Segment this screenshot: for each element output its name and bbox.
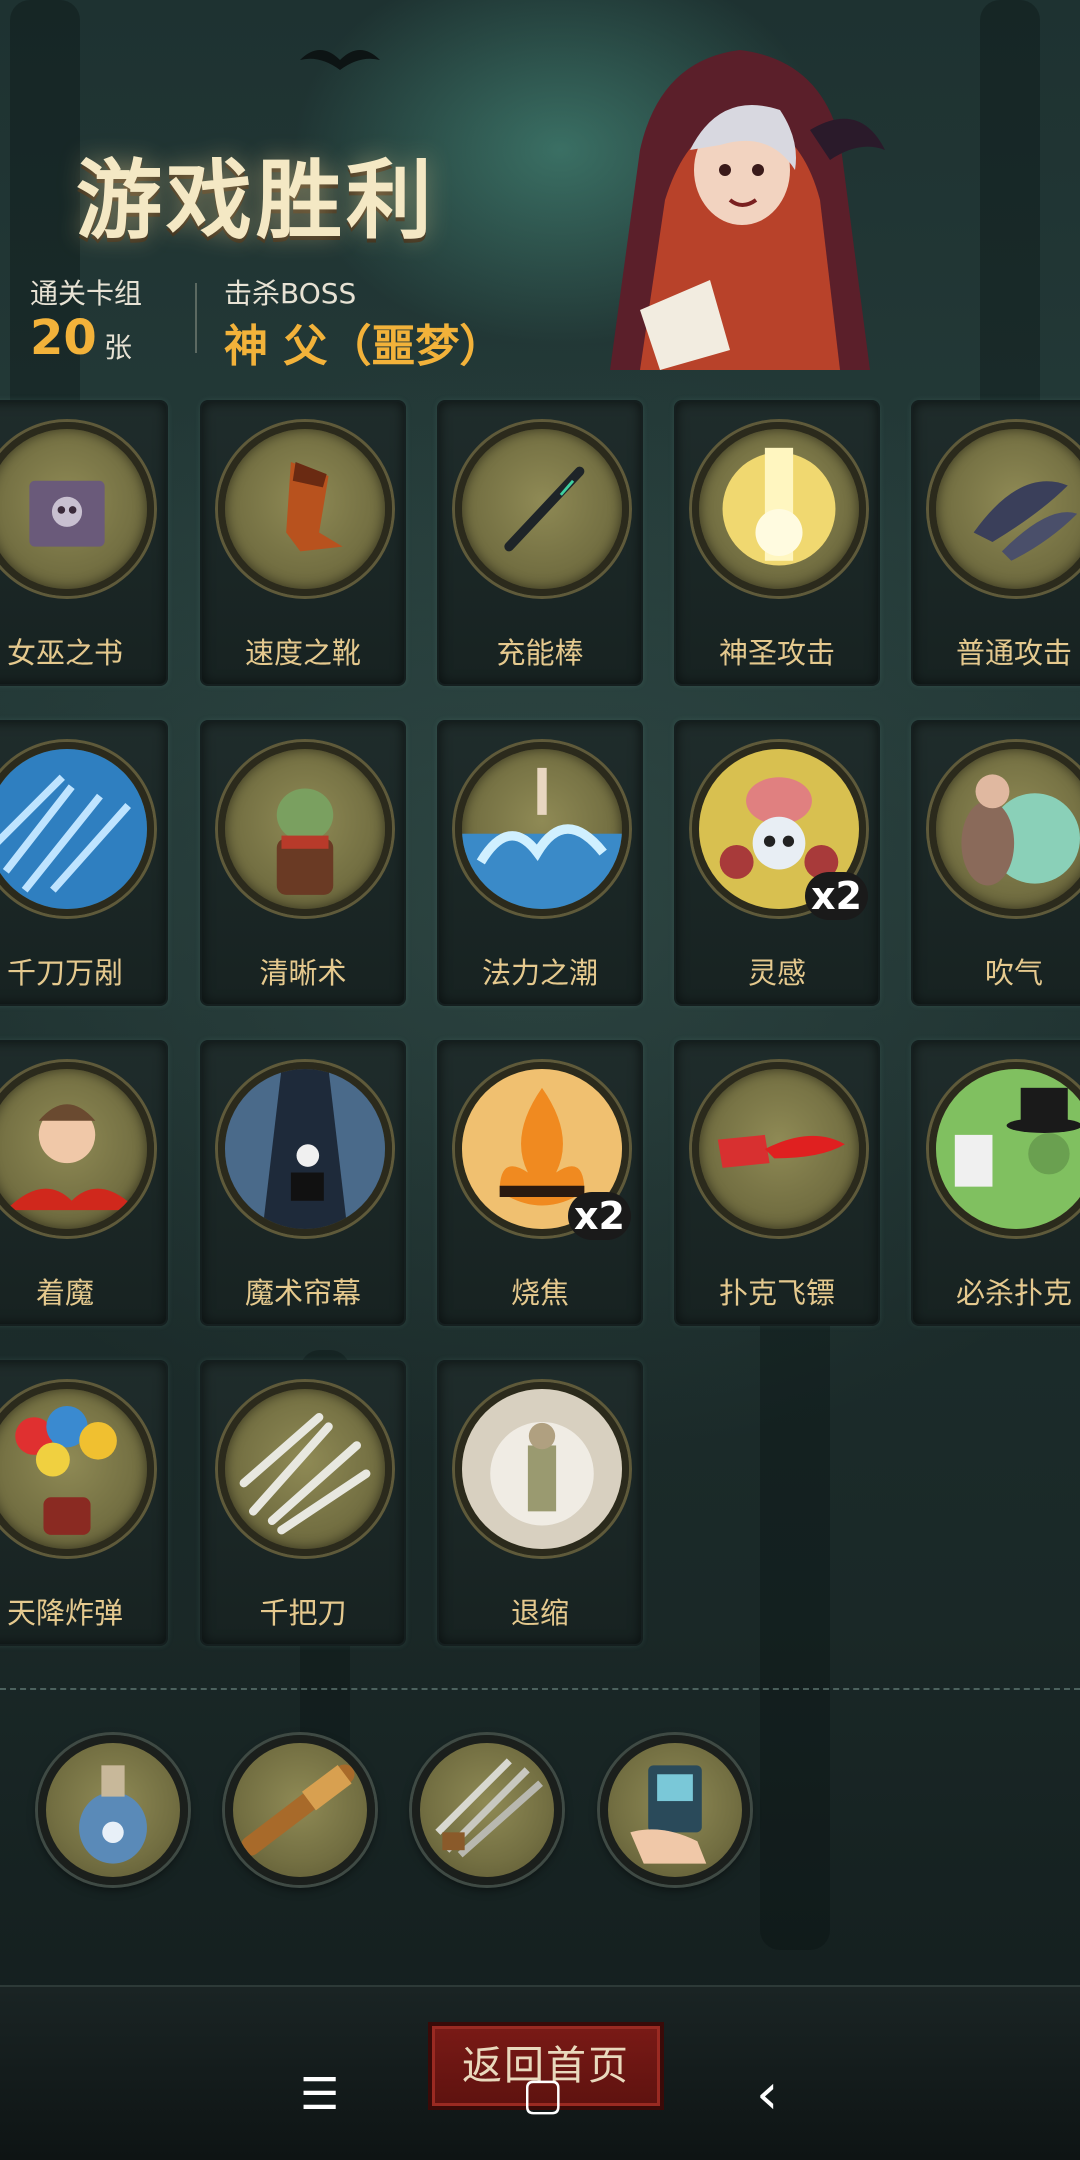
card-tile[interactable]: 千刀万剐 (0, 720, 168, 1006)
card-tile[interactable]: 千把刀 (200, 1360, 406, 1646)
card-name: 清晰术 (259, 956, 347, 990)
goblin-icon (218, 742, 392, 916)
card-name: 女巫之书 (6, 636, 123, 670)
card-tile[interactable]: 扑克飞镖 (674, 1040, 880, 1326)
boss-name: 神 父（噩梦） (224, 321, 504, 372)
card-tile[interactable]: 普通攻击 (911, 400, 1080, 686)
card-name: 法力之潮 (481, 956, 598, 990)
card-name: 千把刀 (259, 1596, 347, 1630)
card-name: 千刀万剐 (6, 956, 123, 990)
page-title: 游戏胜利 (76, 151, 436, 251)
stage-label: 通关卡组 (30, 277, 143, 310)
card-tile[interactable]: 烧焦 x2 (437, 1040, 643, 1326)
crossed-blades-icon[interactable] (412, 1735, 562, 1885)
card-hand-icon[interactable] (600, 1735, 750, 1885)
bat-icon (300, 50, 380, 70)
card-tile[interactable]: 速度之靴 (200, 400, 406, 686)
stage-unit: 张 (104, 331, 133, 364)
potion-icon[interactable] (38, 1735, 188, 1885)
possessed-icon (0, 1062, 154, 1236)
card-name: 魔术帘幕 (244, 1276, 361, 1310)
card-name: 着魔 (35, 1276, 94, 1310)
card-name: 烧焦 (510, 1276, 569, 1310)
card-name: 天降炸弹 (6, 1596, 123, 1630)
section-divider (0, 1688, 1080, 1690)
background-tree (760, 1300, 830, 1950)
curtain-hat-icon (218, 1062, 392, 1236)
card-tile[interactable]: 着魔 (0, 1040, 168, 1326)
stage-count: 20 (30, 310, 97, 366)
card-tile[interactable]: 充能棒 (437, 400, 643, 686)
card-name: 扑克飞镖 (718, 1276, 835, 1310)
card-tile[interactable]: 天降炸弹 (0, 1360, 168, 1646)
card-tile[interactable]: 法力之潮 (437, 720, 643, 1006)
back-nav-icon[interactable]: ‹ (756, 2067, 778, 2123)
stats-divider (195, 283, 197, 353)
boot-icon (218, 422, 392, 596)
magician-icon (929, 1062, 1080, 1236)
witch-character-illustration (610, 50, 885, 370)
boss-label: 击杀BOSS (224, 277, 357, 310)
card-count-badge: x2 (568, 1192, 631, 1240)
wave-icon (455, 742, 629, 916)
card-tile[interactable]: 女巫之书 (0, 400, 168, 686)
retreat-icon (455, 1382, 629, 1556)
knives-icon (218, 1382, 392, 1556)
card-name: 神圣攻击 (718, 636, 835, 670)
home-nav-icon[interactable]: ▢ (522, 2070, 564, 2120)
card-tile[interactable]: 魔术帘幕 (200, 1040, 406, 1326)
card-name: 灵感 (747, 956, 806, 990)
card-name: 必杀扑克 (955, 1276, 1072, 1310)
card-tile[interactable]: 退缩 (437, 1360, 643, 1646)
card-name: 充能棒 (496, 636, 584, 670)
wand-icon (455, 422, 629, 596)
blade-storm-icon (0, 742, 154, 916)
card-tile[interactable]: 吹气 (911, 720, 1080, 1006)
balloon-bomb-icon (0, 1382, 154, 1556)
card-tile[interactable]: 清晰术 (200, 720, 406, 1006)
spyglass-icon[interactable] (225, 1735, 375, 1885)
holy-light-icon (692, 422, 866, 596)
card-tile[interactable]: 神圣攻击 (674, 400, 880, 686)
card-dart-icon (692, 1062, 866, 1236)
card-count-badge: x2 (805, 872, 868, 920)
book-icon (0, 422, 154, 596)
feather-slash-icon (929, 422, 1080, 596)
menu-nav-icon[interactable]: ☰ (300, 2070, 339, 2120)
bubble-man-icon (929, 742, 1080, 916)
card-tile[interactable]: 必杀扑克 (911, 1040, 1080, 1326)
card-name: 退缩 (510, 1596, 569, 1630)
card-name: 吹气 (984, 956, 1043, 990)
card-tile[interactable]: 灵感 x2 (674, 720, 880, 1006)
card-name: 普通攻击 (955, 636, 1072, 670)
card-name: 速度之靴 (244, 636, 361, 670)
